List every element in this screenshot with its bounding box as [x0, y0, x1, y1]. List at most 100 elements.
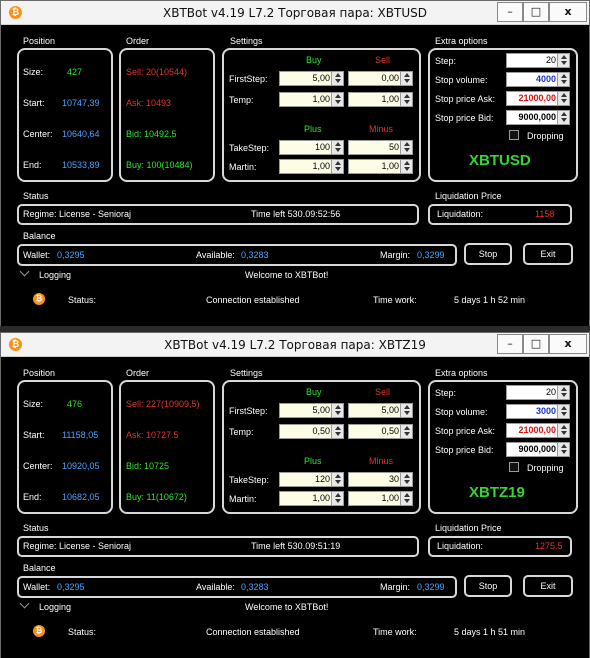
step-label: Step: — [435, 56, 457, 66]
spinner-arrows-icon[interactable] — [557, 73, 569, 86]
step-input[interactable]: 20 — [506, 385, 570, 400]
available-value: 0,3283 — [241, 582, 269, 592]
available-label: Available: — [196, 250, 235, 260]
stop-price-bid-input[interactable]: 9000,000 — [506, 110, 570, 125]
spinner-arrows-icon[interactable] — [557, 424, 569, 437]
martin-plus-input[interactable]: 1,00 — [279, 159, 344, 174]
exit-button[interactable]: Exit — [523, 575, 573, 597]
exit-button[interactable]: Exit — [523, 243, 573, 265]
field-value: 1,00 — [381, 94, 399, 104]
chevron-down-icon[interactable] — [19, 598, 30, 609]
close-button[interactable]: x — [549, 334, 587, 354]
maximize-button[interactable]: □ — [523, 2, 549, 22]
statusbar-status-label: Status: — [68, 627, 97, 637]
dropping-checkbox[interactable] — [509, 130, 519, 140]
firststep-label: FirstStep: — [229, 406, 268, 416]
firststep-buy-input[interactable]: 5,00 — [279, 403, 344, 418]
logging-toggle[interactable]: Logging — [39, 602, 71, 612]
field-value: 21000,00 — [518, 425, 556, 435]
minimize-button[interactable]: – — [497, 2, 523, 22]
field-value: 20 — [545, 387, 556, 397]
title-bar[interactable]: ₿ XBTBot v4.19 L7.2 Торговая пара: XBTZ1… — [1, 333, 589, 357]
chevron-down-icon[interactable] — [19, 266, 30, 277]
time-work-label: Time work: — [373, 295, 417, 305]
stop-price-bid-input[interactable]: 9000,000 — [506, 442, 570, 457]
field-value: 0,00 — [381, 73, 399, 83]
stop-volume-input[interactable]: 4000 — [506, 72, 570, 87]
trading-symbol: XBTUSD — [469, 152, 531, 169]
firststep-buy-input[interactable]: 5,00 — [279, 71, 344, 86]
position-header: Position — [23, 36, 56, 46]
stop-price-ask-input[interactable]: 21000,00 — [506, 91, 570, 106]
regime-text: Regime: License - Senioraj — [23, 209, 132, 219]
extra-options-header: Extra options — [435, 36, 488, 46]
takestep-plus-input[interactable]: 120 — [279, 472, 344, 487]
spinner-arrows-icon[interactable] — [331, 404, 343, 417]
liquidation-header: Liquidation Price — [435, 523, 502, 533]
spinner-arrows-icon[interactable] — [557, 443, 569, 456]
spinner-arrows-icon[interactable] — [331, 473, 343, 486]
field-value: 1,00 — [381, 161, 399, 171]
takestep-plus-input[interactable]: 100 — [279, 140, 344, 155]
spinner-arrows-icon[interactable] — [400, 425, 412, 438]
status-header: Status — [23, 523, 49, 533]
martin-minus-input[interactable]: 1,00 — [348, 491, 413, 506]
field-value: 4000 — [535, 74, 556, 84]
stop-volume-input[interactable]: 3000 — [506, 404, 570, 419]
minimize-button[interactable]: – — [497, 334, 523, 354]
temp-buy-input[interactable]: 1,00 — [279, 92, 344, 107]
martin-label: Martin: — [229, 494, 257, 504]
bot-window-xbtz19: ₿ XBTBot v4.19 L7.2 Торговая пара: XBTZ1… — [0, 332, 590, 658]
liquidation-label: Liquidation: — [437, 541, 484, 551]
stop-button[interactable]: Stop — [464, 243, 512, 265]
size-value: 476 — [67, 399, 83, 409]
main-panel: Position Size: 476 Start: 11158,05 Cente… — [1, 358, 589, 658]
connection-status: Connection established — [206, 627, 300, 637]
firststep-sell-input[interactable]: 0,00 — [348, 71, 413, 86]
spinner-arrows-icon[interactable] — [557, 111, 569, 124]
spinner-arrows-icon[interactable] — [557, 386, 569, 399]
temp-sell-input[interactable]: 1,00 — [348, 92, 413, 107]
spinner-arrows-icon[interactable] — [331, 141, 343, 154]
spinner-arrows-icon[interactable] — [400, 72, 412, 85]
spinner-arrows-icon[interactable] — [557, 54, 569, 67]
firststep-sell-input[interactable]: 5,00 — [348, 403, 413, 418]
dropping-checkbox[interactable] — [509, 462, 519, 472]
spinner-arrows-icon[interactable] — [400, 404, 412, 417]
field-value: 5,00 — [312, 73, 330, 83]
spinner-arrows-icon[interactable] — [557, 405, 569, 418]
takestep-minus-input[interactable]: 50 — [348, 140, 413, 155]
spinner-arrows-icon[interactable] — [557, 92, 569, 105]
maximize-button[interactable]: □ — [523, 334, 549, 354]
step-input[interactable]: 20 — [506, 53, 570, 68]
bitcoin-icon: ₿ — [33, 625, 45, 637]
temp-sell-input[interactable]: 0,50 — [348, 424, 413, 439]
field-value: 30 — [388, 474, 399, 484]
stop-button[interactable]: Stop — [464, 575, 512, 597]
spinner-arrows-icon[interactable] — [331, 93, 343, 106]
martin-minus-input[interactable]: 1,00 — [348, 159, 413, 174]
spinner-arrows-icon[interactable] — [400, 160, 412, 173]
stop-price-ask-input[interactable]: 21000,00 — [506, 423, 570, 438]
spinner-arrows-icon[interactable] — [400, 492, 412, 505]
martin-plus-input[interactable]: 1,00 — [279, 491, 344, 506]
spinner-arrows-icon[interactable] — [331, 425, 343, 438]
spinner-arrows-icon[interactable] — [400, 141, 412, 154]
time-left-text: Time left 530.09:51:19 — [251, 541, 341, 551]
spinner-arrows-icon[interactable] — [331, 72, 343, 85]
takestep-minus-input[interactable]: 30 — [348, 472, 413, 487]
order-header: Order — [126, 368, 150, 378]
spinner-arrows-icon[interactable] — [400, 473, 412, 486]
title-bar[interactable]: ₿ XBTBot v4.19 L7.2 Торговая пара: XBTUS… — [1, 1, 589, 25]
buy-column-label: Buy — [306, 387, 322, 397]
close-button[interactable]: x — [549, 2, 587, 22]
spinner-arrows-icon[interactable] — [331, 492, 343, 505]
end-value: 10533,89 — [62, 160, 100, 170]
temp-buy-input[interactable]: 0,50 — [279, 424, 344, 439]
settings-header: Settings — [230, 36, 263, 46]
start-label: Start: — [23, 430, 45, 440]
spinner-arrows-icon[interactable] — [400, 93, 412, 106]
spinner-arrows-icon[interactable] — [331, 160, 343, 173]
field-value: 1,00 — [312, 161, 330, 171]
logging-toggle[interactable]: Logging — [39, 270, 71, 280]
